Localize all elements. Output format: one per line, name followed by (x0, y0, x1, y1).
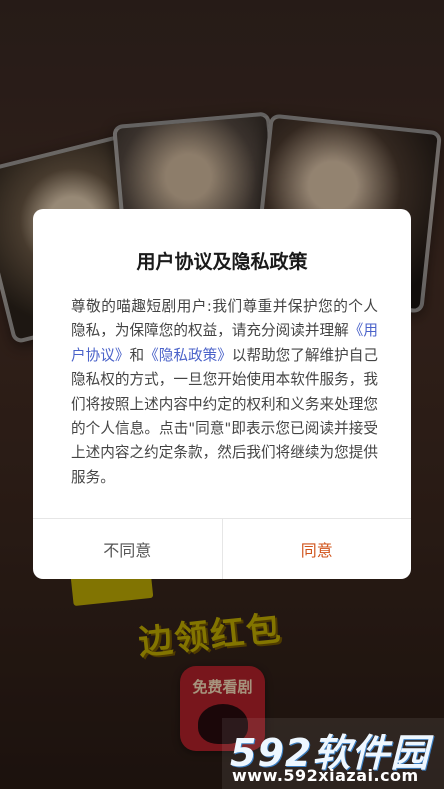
watermark-url: www.592xiazai.com (232, 766, 419, 785)
privacy-policy-link[interactable]: 《隐私政策》 (144, 347, 232, 364)
body-text-details: 以帮助您了解维护自己隐私权的方式，一旦您开始使用本软件服务，我们将按照上述内容中… (71, 346, 378, 486)
body-text-and: 和 (129, 346, 145, 364)
site-watermark: 592软件园 www.592xiazai.com (222, 718, 444, 789)
body-text-intro: 尊敬的喵趣短剧用户:我们尊重并保护您的个人隐私，为保障您的权益，请充分阅读并理解 (71, 298, 378, 340)
agree-button[interactable]: 同意 (223, 519, 412, 579)
dialog-button-row: 不同意 同意 (33, 518, 411, 579)
dialog-title: 用户协议及隐私政策 (136, 251, 308, 273)
privacy-dialog: 用户协议及隐私政策 尊敬的喵趣短剧用户:我们尊重并保护您的个人隐私，为保障您的权… (33, 209, 411, 579)
dialog-body: 尊敬的喵趣短剧用户:我们尊重并保护您的个人隐私，为保障您的权益，请充分阅读并理解… (71, 295, 378, 490)
disagree-button[interactable]: 不同意 (33, 519, 223, 579)
